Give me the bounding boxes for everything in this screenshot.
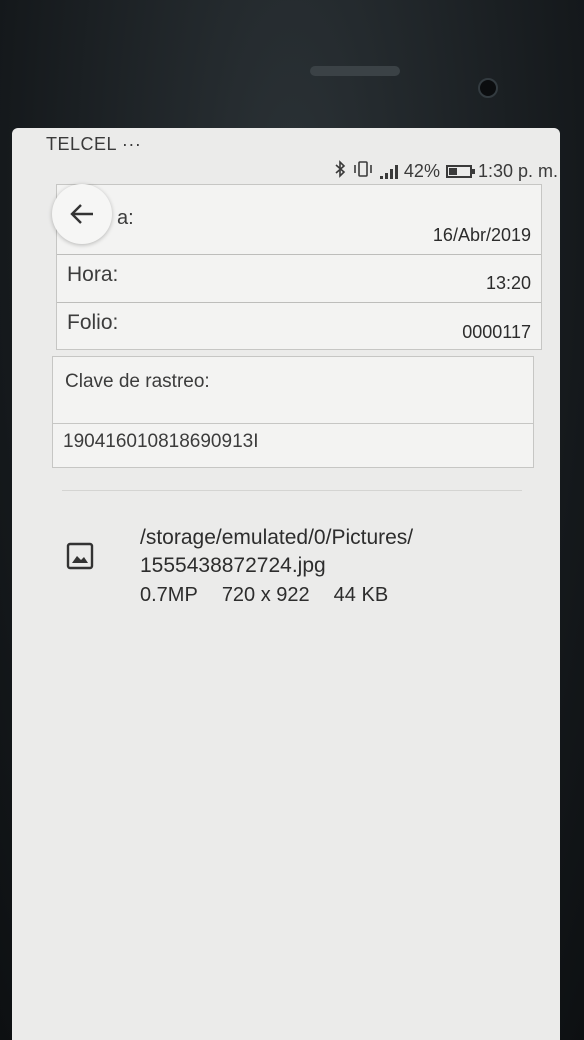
hora-value: 13:20 — [485, 273, 531, 293]
phone-screen: TELCEL ··· 42% 1:30 p. m. a: 16/Abr/2019… — [12, 128, 560, 1040]
rastreo-label: Clave de rastreo: — [65, 371, 210, 392]
folio-value: 0000117 — [462, 322, 531, 342]
attachment-filename: 1555438872724.jpg — [140, 554, 326, 577]
battery-percent: 42% — [403, 161, 440, 181]
attachment-megapixels: 0.7MP — [140, 584, 198, 606]
section-divider — [62, 490, 522, 491]
status-bar: TELCEL ··· 42% 1:30 p. m. — [12, 128, 560, 192]
fecha-value: 16/Abr/2019 — [432, 225, 531, 245]
phone-bezel: TELCEL ··· 42% 1:30 p. m. a: 16/Abr/2019… — [0, 0, 584, 1040]
back-button[interactable] — [52, 184, 112, 244]
transaction-details-card: a: 16/Abr/2019 Hora: 13:20 Folio: 000011… — [56, 184, 542, 350]
carrier-name: TELCEL ··· — [46, 134, 142, 154]
attachment-metadata: 0.7MP 720 x 922 44 KB — [140, 584, 388, 607]
rastreo-value[interactable]: 190416010818690913I — [63, 431, 258, 453]
status-icons: 42% 1:30 p. m. — [334, 160, 558, 183]
rastreo-divider — [53, 423, 533, 424]
fecha-row: a: 16/Abr/2019 — [57, 185, 541, 255]
attachment-path-line1: /storage/emulated/0/Pictures/ — [140, 526, 414, 549]
attachment-path[interactable]: /storage/emulated/0/Pictures/ 1555438872… — [140, 524, 500, 580]
bluetooth-icon — [334, 160, 346, 183]
attachment-dimensions: 720 x 922 — [221, 584, 310, 606]
folio-label: Folio: — [67, 311, 119, 334]
back-arrow-icon — [70, 204, 93, 224]
status-time: 1:30 p. m. — [477, 161, 558, 181]
phone-top-notch — [40, 0, 560, 130]
signal-strength-icon — [379, 164, 398, 179]
front-camera — [478, 78, 498, 98]
battery-icon — [445, 165, 475, 178]
battery-fill — [448, 168, 457, 175]
hora-label: Hora: — [67, 263, 119, 286]
vibrate-icon — [352, 161, 374, 182]
attachment-size: 44 KB — [333, 584, 389, 606]
image-icon — [66, 542, 94, 570]
folio-row: Folio: 0000117 — [57, 303, 541, 351]
hora-row: Hora: 13:20 — [57, 255, 541, 303]
rastreo-card: Clave de rastreo: 190416010818690913I — [52, 356, 534, 468]
fecha-label: a: — [117, 207, 134, 229]
earpiece-speaker — [310, 66, 400, 76]
